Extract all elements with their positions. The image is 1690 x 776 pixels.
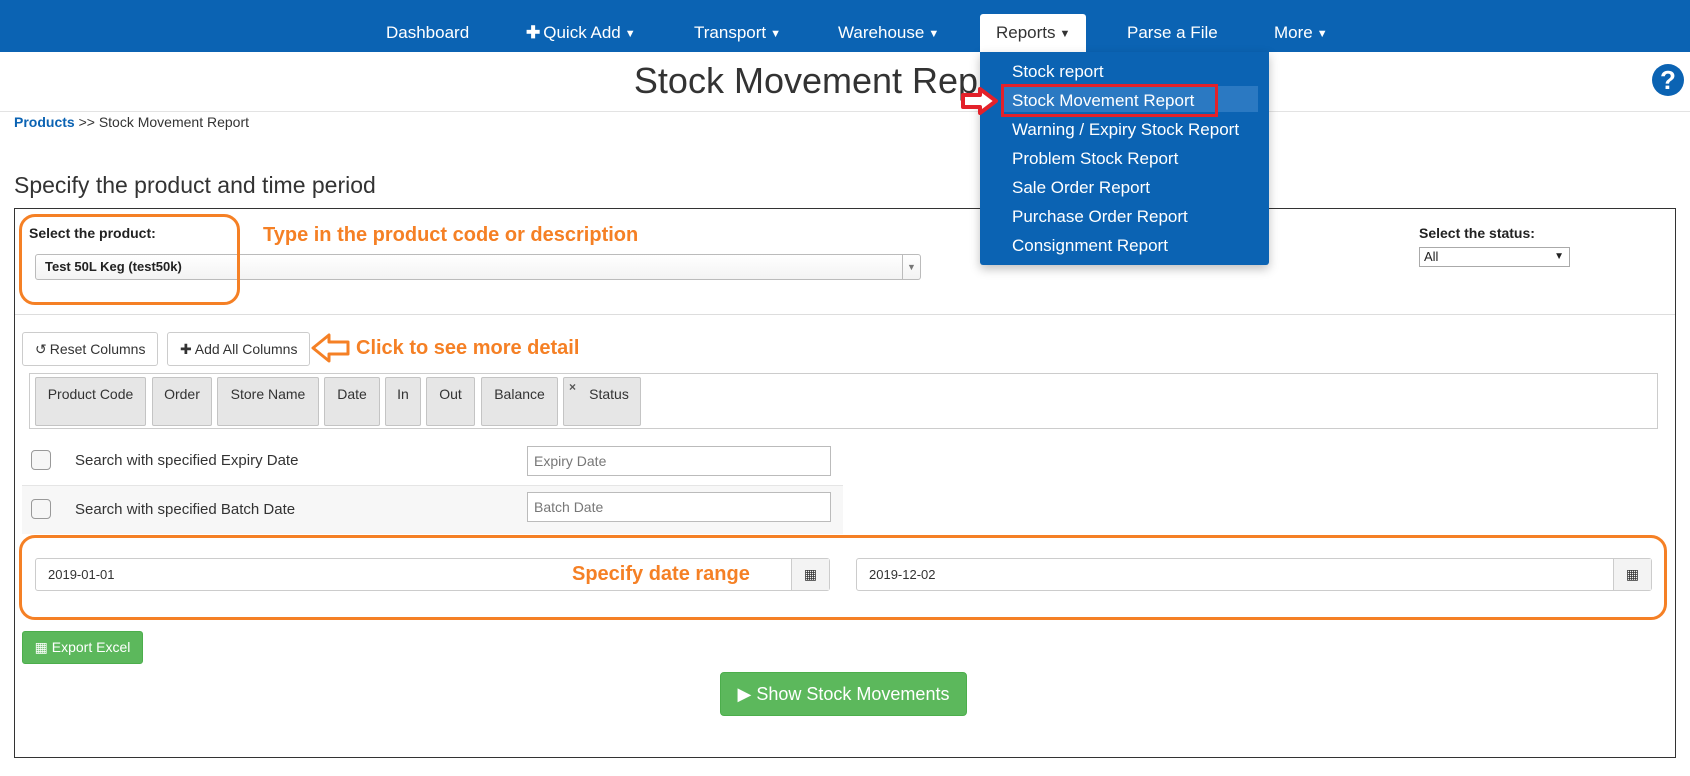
breadcrumb-current: Stock Movement Report xyxy=(98,114,249,130)
nav-more-label: More xyxy=(1274,23,1313,42)
expiry-date-input[interactable]: Expiry Date xyxy=(527,446,831,476)
section-title: Specify the product and time period xyxy=(14,172,376,198)
breadcrumb: Products >> Stock Movement Report xyxy=(14,114,249,130)
nav-warehouse[interactable]: Warehouse ▼ xyxy=(838,0,939,52)
column-chip-label: Status xyxy=(589,386,629,402)
annotation-columns-hint: Click to see more detail xyxy=(356,337,580,359)
menu-item-problem-stock-report[interactable]: Problem Stock Report xyxy=(1012,149,1178,169)
calendar-icon[interactable]: ▦ xyxy=(1613,559,1651,590)
nav-parse-file-label: Parse a File xyxy=(1127,23,1218,42)
batch-date-input[interactable]: Batch Date xyxy=(527,492,831,522)
column-chip-label: Order xyxy=(164,386,200,402)
column-chip-label: Store Name xyxy=(230,386,306,402)
nav-dashboard-label: Dashboard xyxy=(386,23,470,42)
column-chip-label: Out xyxy=(439,386,462,402)
column-chip-in[interactable]: In xyxy=(385,377,421,426)
undo-icon: ↺ xyxy=(35,341,47,357)
caret-down-icon: ▼ xyxy=(624,27,636,40)
column-chip-status[interactable]: × Status xyxy=(563,377,641,426)
show-stock-movements-button[interactable]: ▶ Show Stock Movements xyxy=(720,672,967,716)
export-excel-button[interactable]: ▦ Export Excel xyxy=(22,631,143,664)
question-circle-icon[interactable]: ? xyxy=(1652,64,1684,96)
menu-item-stock-report[interactable]: Stock report xyxy=(1012,62,1104,82)
export-excel-label: Export Excel xyxy=(51,639,131,655)
nav-quick-add[interactable]: ✚ Quick Add ▼ xyxy=(526,0,636,52)
date-to-input[interactable]: 2019-12-02 ▦ xyxy=(856,558,1652,591)
play-icon: ▶ xyxy=(737,684,757,704)
status-select-value: All xyxy=(1424,249,1439,264)
caret-down-icon: ▼ xyxy=(928,27,940,40)
annotation-date-hint: Specify date range xyxy=(572,563,750,585)
caret-down-icon: ▼ xyxy=(1059,27,1071,40)
column-chip-label: Date xyxy=(337,386,367,402)
batch-date-checkbox[interactable] xyxy=(31,499,51,519)
nav-warehouse-label: Warehouse xyxy=(838,23,925,42)
breadcrumb-separator: >> xyxy=(78,114,95,130)
calendar-icon[interactable]: ▦ xyxy=(791,559,829,590)
annotation-product-hint: Type in the product code or description xyxy=(263,224,639,246)
nav-parse-file[interactable]: Parse a File xyxy=(1127,0,1218,52)
top-navbar: Dashboard ✚ Quick Add ▼ Transport ▼ Warehou… xyxy=(0,0,1690,52)
select-arrow-icon: ▼ xyxy=(1554,251,1564,262)
column-chip-balance[interactable]: Balance xyxy=(481,377,558,426)
add-all-columns-button[interactable]: ✚ Add All Columns xyxy=(167,332,311,366)
nav-transport[interactable]: Transport ▼ xyxy=(694,0,781,52)
date-to-value: 2019-12-02 xyxy=(869,567,936,582)
column-chip-date[interactable]: Date xyxy=(324,377,380,426)
menu-item-consignment-report[interactable]: Consignment Report xyxy=(1012,236,1168,256)
reports-dropdown-menu: Stock report Stock Movement Report Warni… xyxy=(980,52,1269,265)
plus-icon: ✚ xyxy=(526,23,541,42)
nav-quick-add-label: Quick Add xyxy=(543,23,621,42)
nav-more[interactable]: More ▼ xyxy=(1274,0,1328,52)
batch-date-label: Search with specified Batch Date xyxy=(75,501,296,518)
status-label: Select the status: xyxy=(1419,225,1535,241)
menu-item-sale-order-report[interactable]: Sale Order Report xyxy=(1012,178,1150,198)
nav-reports-label: Reports xyxy=(996,23,1056,42)
select-arrow-icon: ▼ xyxy=(902,255,920,279)
column-chip-store-name[interactable]: Store Name xyxy=(217,377,319,426)
batch-date-placeholder: Batch Date xyxy=(534,499,604,515)
expiry-date-placeholder: Expiry Date xyxy=(534,453,607,469)
column-chip-out[interactable]: Out xyxy=(426,377,475,426)
header-divider xyxy=(0,111,1690,112)
reset-columns-button[interactable]: ↺ Reset Columns xyxy=(22,332,159,366)
close-icon[interactable]: × xyxy=(569,380,576,394)
annotation-product-outline xyxy=(19,214,240,305)
reset-columns-label: Reset Columns xyxy=(49,341,146,357)
date-from-value: 2019-01-01 xyxy=(48,567,115,582)
page-title: Stock Movement Rep xyxy=(633,60,979,101)
column-chip-label: Product Code xyxy=(47,386,134,402)
plus-icon: ✚ xyxy=(180,341,192,357)
nav-dashboard[interactable]: Dashboard xyxy=(386,0,469,52)
expiry-date-label: Search with specified Expiry Date xyxy=(75,452,299,469)
form-divider xyxy=(15,314,1675,315)
show-stock-movements-label: Show Stock Movements xyxy=(756,684,950,704)
column-chip-label: Balance xyxy=(494,386,545,402)
menu-item-warning-expiry-report[interactable]: Warning / Expiry Stock Report xyxy=(1012,120,1239,140)
annotation-highlight-box xyxy=(1001,84,1218,117)
nav-transport-label: Transport xyxy=(694,23,767,42)
table-icon: ▦ xyxy=(34,639,52,655)
annotation-arrow-right-icon xyxy=(961,87,998,115)
caret-down-icon: ▼ xyxy=(1316,27,1328,40)
column-chip-product-code[interactable]: Product Code xyxy=(35,377,146,426)
add-all-columns-label: Add All Columns xyxy=(194,341,298,357)
menu-item-purchase-order-report[interactable]: Purchase Order Report xyxy=(1012,207,1188,227)
caret-down-icon: ▼ xyxy=(770,27,782,40)
expiry-date-checkbox[interactable] xyxy=(31,450,51,470)
breadcrumb-products-link[interactable]: Products xyxy=(14,114,75,130)
nav-reports[interactable]: Reports ▼ xyxy=(980,14,1087,52)
status-select[interactable]: All ▼ xyxy=(1419,247,1570,267)
annotation-arrow-left-icon xyxy=(311,333,350,363)
column-chip-label: In xyxy=(397,386,409,402)
column-chip-order[interactable]: Order xyxy=(152,377,212,426)
